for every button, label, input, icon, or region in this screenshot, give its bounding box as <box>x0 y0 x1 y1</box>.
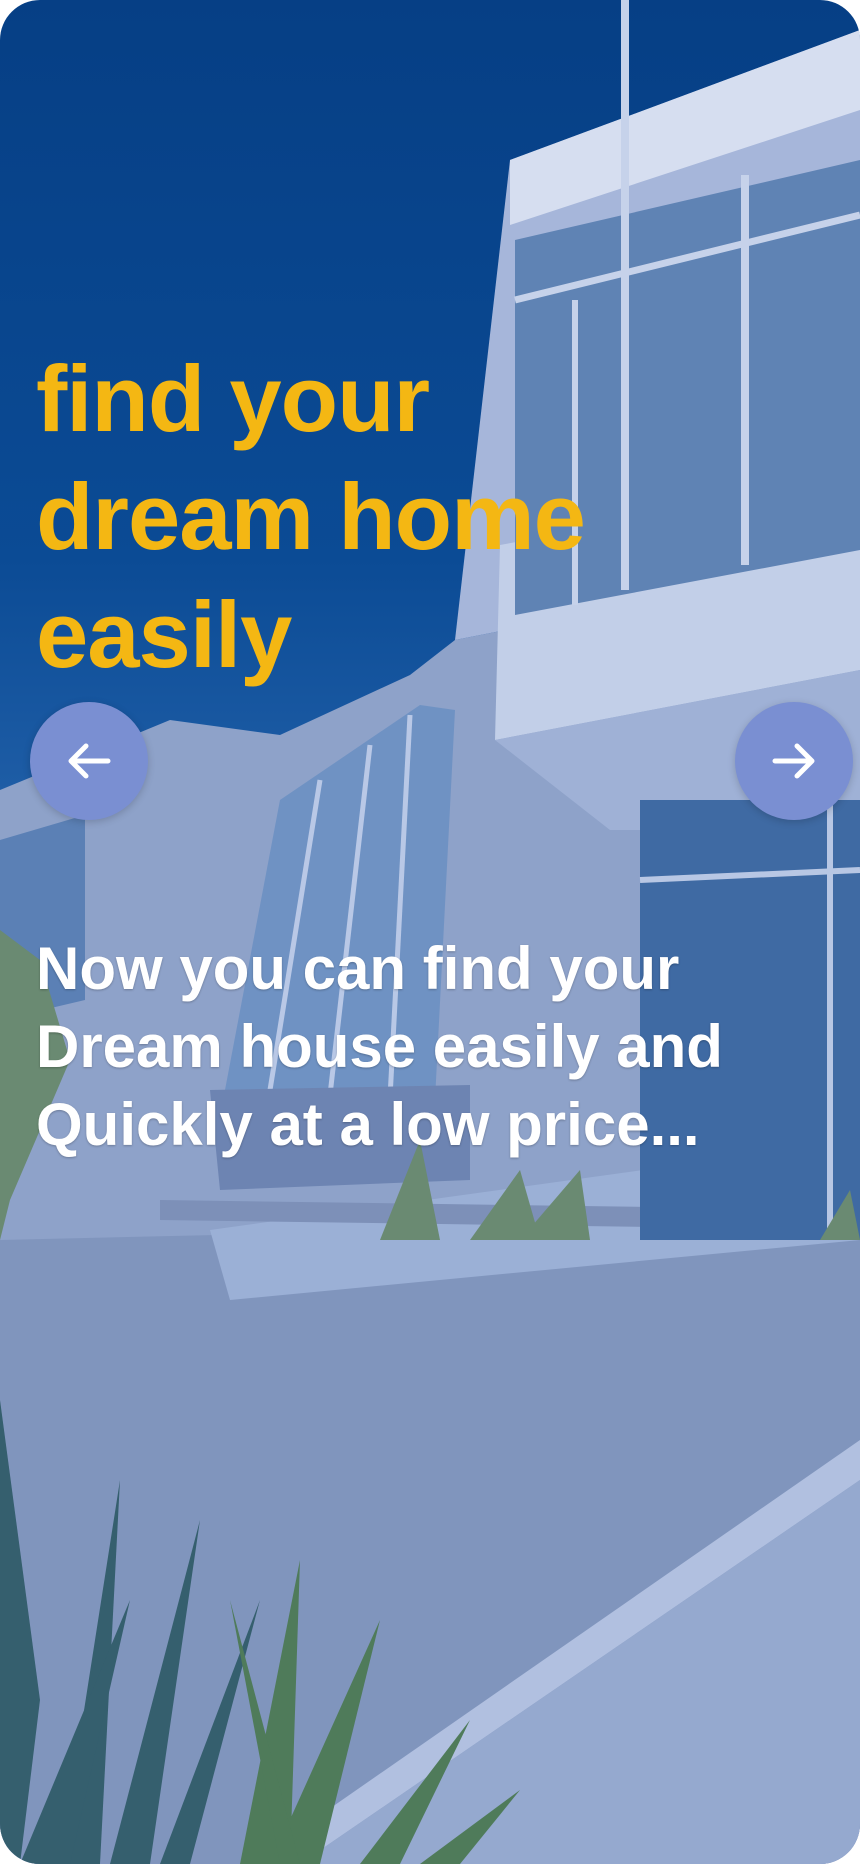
description-line: Now you can find your <box>36 935 680 1002</box>
next-button[interactable] <box>735 702 853 820</box>
description-line: Dream house easily and <box>36 1013 723 1080</box>
arrow-left-icon <box>68 743 111 779</box>
onboarding-screen: find your dream home easily Now you can … <box>0 0 860 1864</box>
arrow-right-icon <box>772 743 815 779</box>
headline-line: find your <box>36 346 430 451</box>
headline-line: easily <box>36 582 292 687</box>
onboarding-description: Now you can find your Dream house easily… <box>36 930 836 1164</box>
description-line: Quickly at a low price... <box>36 1091 700 1158</box>
headline-line: dream home <box>36 464 586 569</box>
previous-button[interactable] <box>30 702 148 820</box>
headline-title: find your dream home easily <box>36 340 656 694</box>
